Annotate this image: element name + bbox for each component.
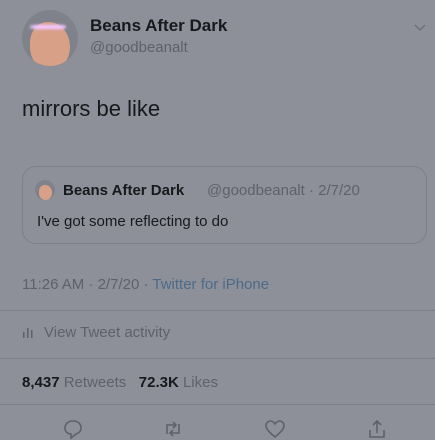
author-name[interactable]: Beans After Dark	[90, 16, 227, 36]
time-date: 11:26 AM · 2/7/20 ·	[22, 276, 153, 293]
like-icon[interactable]	[264, 418, 286, 440]
chevron-down-icon[interactable]	[413, 20, 427, 34]
glowing-eyes	[30, 22, 66, 32]
view-activity-label: View Tweet activity	[44, 324, 171, 341]
retweets-count: 8,437	[22, 374, 60, 391]
divider	[0, 358, 435, 359]
timestamp: 11:26 AM · 2/7/20 · Twitter for iPhone	[22, 276, 269, 293]
analytics-icon	[23, 328, 33, 338]
tweet-text: mirrors be like	[22, 96, 161, 121]
retweet-icon[interactable]	[162, 418, 184, 440]
view-activity-link[interactable]: View Tweet activity	[22, 324, 170, 346]
avatar[interactable]	[22, 10, 78, 66]
quoted-author-name: Beans After Dark	[63, 182, 185, 199]
quoted-handle-date: @goodbeanalt · 2/7/20	[207, 182, 360, 199]
quoted-tweet-text: I've got some reflecting to do	[37, 213, 229, 230]
likes-stat[interactable]: 72.3K Likes	[139, 374, 218, 391]
divider	[0, 404, 435, 405]
retweets-label: Retweets	[63, 374, 127, 391]
engagement-stats: 8,437 Retweets 72.3K Likes	[22, 374, 218, 391]
source-link[interactable]: Twitter for iPhone	[152, 276, 269, 293]
divider	[0, 310, 435, 311]
action-bar	[0, 414, 435, 440]
quoted-avatar	[35, 180, 55, 200]
likes-label: Likes	[182, 374, 218, 391]
reply-icon[interactable]	[62, 418, 84, 440]
likes-count: 72.3K	[138, 374, 179, 391]
author-handle[interactable]: @goodbeanalt	[90, 39, 188, 56]
share-icon[interactable]	[366, 418, 388, 440]
retweets-stat[interactable]: 8,437 Retweets	[22, 374, 126, 391]
quoted-tweet[interactable]: Beans After Dark @goodbeanalt · 2/7/20 I…	[22, 166, 427, 244]
